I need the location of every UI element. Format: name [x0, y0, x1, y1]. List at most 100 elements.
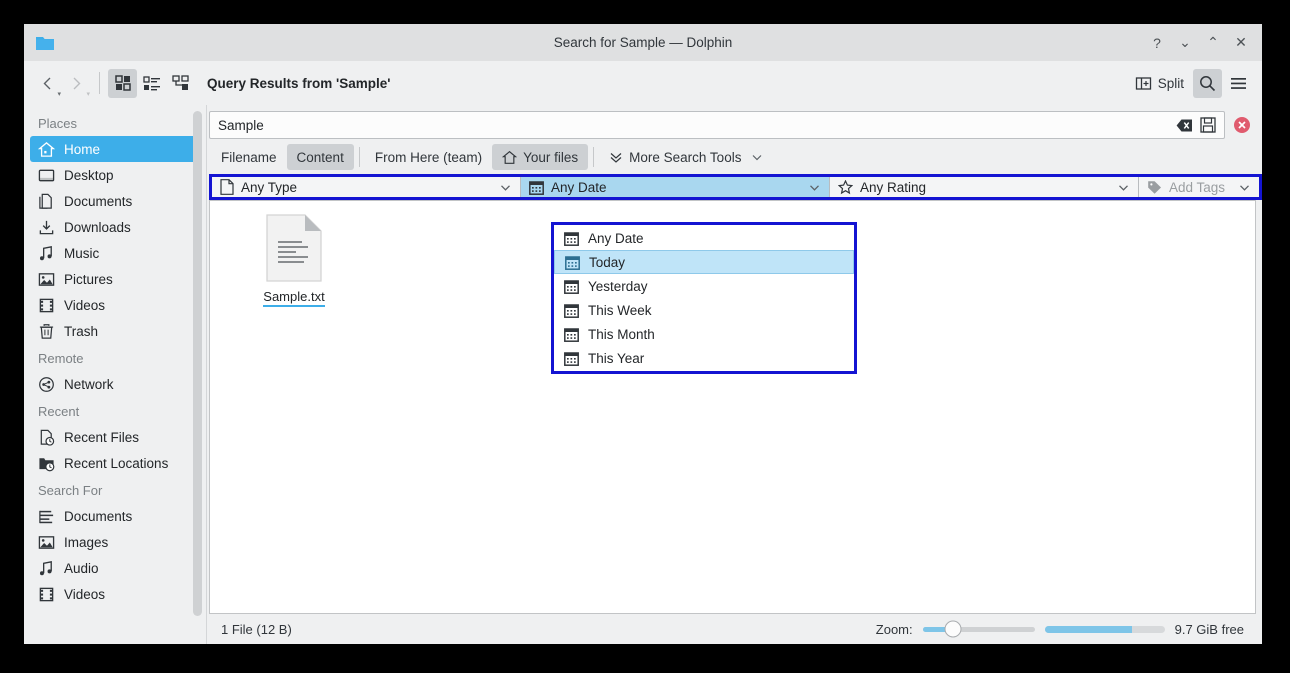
date-menu-item[interactable]: Yesterday — [554, 274, 854, 298]
date-menu-item[interactable]: This Year — [554, 346, 854, 370]
titlebar: Search for Sample — Dolphin ? ⌄ ⌃ ✕ — [24, 24, 1262, 61]
calendar-icon — [565, 255, 580, 270]
trash-icon — [38, 323, 55, 340]
sidebar-item-videos[interactable]: Videos — [30, 581, 201, 607]
documents-icon — [38, 193, 55, 210]
sidebar-item-trash[interactable]: Trash — [30, 318, 201, 344]
sidebar-item-label: Images — [64, 535, 108, 550]
search-audio-icon — [38, 560, 55, 577]
network-icon — [38, 376, 55, 393]
sidebar-item-label: Trash — [64, 324, 98, 339]
sidebar-item-pictures[interactable]: Pictures — [30, 266, 201, 292]
star-icon — [838, 180, 853, 195]
split-button[interactable]: Split — [1128, 71, 1191, 96]
search-input[interactable]: Sample — [209, 111, 1225, 139]
search-row: Sample — [209, 111, 1256, 139]
chevron-down-icon — [808, 181, 821, 194]
save-search-icon[interactable] — [1196, 113, 1220, 137]
sidebar-item-documents[interactable]: Documents — [30, 188, 201, 214]
toolbar-right: Split — [1128, 69, 1253, 98]
date-menu-item[interactable]: Today — [554, 250, 854, 274]
disk-space-fill — [1045, 626, 1133, 633]
more-search-tools-button[interactable]: More Search Tools — [599, 144, 773, 170]
close-search-button[interactable] — [1228, 111, 1256, 139]
zoom-slider[interactable] — [923, 627, 1035, 632]
chevron-down-icon: ▾ — [86, 91, 90, 98]
search-toggle-button[interactable] — [1193, 69, 1222, 98]
search-input-value: Sample — [218, 118, 1172, 133]
date-menu-item-label: This Year — [588, 351, 644, 366]
search-option-your-files[interactable]: Your files — [492, 144, 588, 170]
date-dropdown-menu[interactable]: Any Date Today Yesterday This Week This Mont… — [551, 222, 857, 374]
places-section-header: Search For — [24, 476, 207, 503]
view-compact-button[interactable] — [137, 69, 166, 98]
minimize-button[interactable]: ⌄ — [1172, 30, 1198, 56]
sidebar-item-label: Music — [64, 246, 99, 261]
sidebar-item-network[interactable]: Network — [30, 371, 201, 397]
maximize-button[interactable]: ⌃ — [1200, 30, 1226, 56]
sidebar-item-images[interactable]: Images — [30, 529, 201, 555]
sidebar-item-label: Recent Locations — [64, 456, 168, 471]
facets-row: Any TypeAny DateAny RatingAdd Tags — [209, 174, 1262, 200]
zoom-label: Zoom: — [876, 622, 913, 637]
view-details-button[interactable] — [166, 69, 195, 98]
search-documents-icon — [38, 508, 55, 525]
location-label: Query Results from 'Sample' — [207, 76, 390, 91]
disk-space-bar[interactable] — [1045, 626, 1165, 633]
sidebar-item-music[interactable]: Music — [30, 240, 201, 266]
date-menu-item[interactable]: Any Date — [554, 226, 854, 250]
sidebar-item-label: Pictures — [64, 272, 113, 287]
sidebar-item-label: Audio — [64, 561, 99, 576]
search-bar: Sample — [209, 111, 1256, 174]
facet-rating[interactable]: Any Rating — [830, 177, 1139, 197]
help-button[interactable]: ? — [1144, 30, 1170, 56]
calendar-icon — [564, 231, 579, 246]
file-item[interactable]: Sample.txt — [244, 207, 344, 313]
music-icon — [38, 245, 55, 262]
sidebar-item-label: Desktop — [64, 168, 114, 183]
search-option-from-here[interactable]: From Here (team) — [365, 144, 492, 170]
double-chevron-down-icon — [609, 150, 623, 164]
sidebar-item-downloads[interactable]: Downloads — [30, 214, 201, 240]
date-menu-item[interactable]: This Month — [554, 322, 854, 346]
split-label: Split — [1158, 76, 1184, 91]
sidebar-scrollbar[interactable] — [193, 111, 202, 616]
status-text: 1 File (12 B) — [221, 622, 292, 637]
sidebar-item-audio[interactable]: Audio — [30, 555, 201, 581]
facet-type[interactable]: Any Type — [212, 177, 521, 197]
close-button[interactable]: ✕ — [1228, 30, 1254, 56]
sidebar-item-home[interactable]: Home — [30, 136, 201, 162]
sidebar-item-label: Recent Files — [64, 430, 139, 445]
zoom-slider-handle[interactable] — [944, 621, 961, 638]
desktop-icon — [38, 167, 55, 184]
chevron-down-icon: ▾ — [57, 91, 61, 98]
date-menu-item[interactable]: This Week — [554, 298, 854, 322]
back-button[interactable]: ▾ — [33, 69, 62, 98]
facet-tags[interactable]: Add Tags — [1139, 177, 1259, 197]
search-option-content[interactable]: Content — [287, 144, 354, 170]
pictures-icon — [38, 271, 55, 288]
chevron-down-icon — [499, 181, 512, 194]
places-section-header: Remote — [24, 344, 207, 371]
search-options-separator — [359, 147, 360, 167]
date-menu-item-label: This Month — [588, 327, 655, 342]
file-icon — [220, 179, 234, 195]
date-menu-item-label: Yesterday — [588, 279, 648, 294]
hamburger-menu-button[interactable] — [1224, 69, 1253, 98]
search-option-filename[interactable]: Filename — [211, 144, 287, 170]
view-icons-button[interactable] — [108, 69, 137, 98]
sidebar-item-recent-files[interactable]: Recent Files — [30, 424, 201, 450]
forward-button[interactable]: ▾ — [62, 69, 91, 98]
date-menu-item-label: Any Date — [588, 231, 644, 246]
sidebar-item-documents[interactable]: Documents — [30, 503, 201, 529]
sidebar-item-recent-locations[interactable]: Recent Locations — [30, 450, 201, 476]
window-title: Search for Sample — Dolphin — [24, 35, 1262, 50]
places-section-header: Places — [24, 109, 207, 136]
chevron-down-icon — [1238, 181, 1251, 194]
sidebar-item-videos[interactable]: Videos — [30, 292, 201, 318]
more-search-tools-label: More Search Tools — [629, 150, 741, 165]
clear-search-icon[interactable] — [1172, 113, 1196, 137]
facet-date[interactable]: Any Date — [521, 177, 830, 197]
sidebar-item-desktop[interactable]: Desktop — [30, 162, 201, 188]
search-option-filename-label: Filename — [221, 150, 277, 165]
